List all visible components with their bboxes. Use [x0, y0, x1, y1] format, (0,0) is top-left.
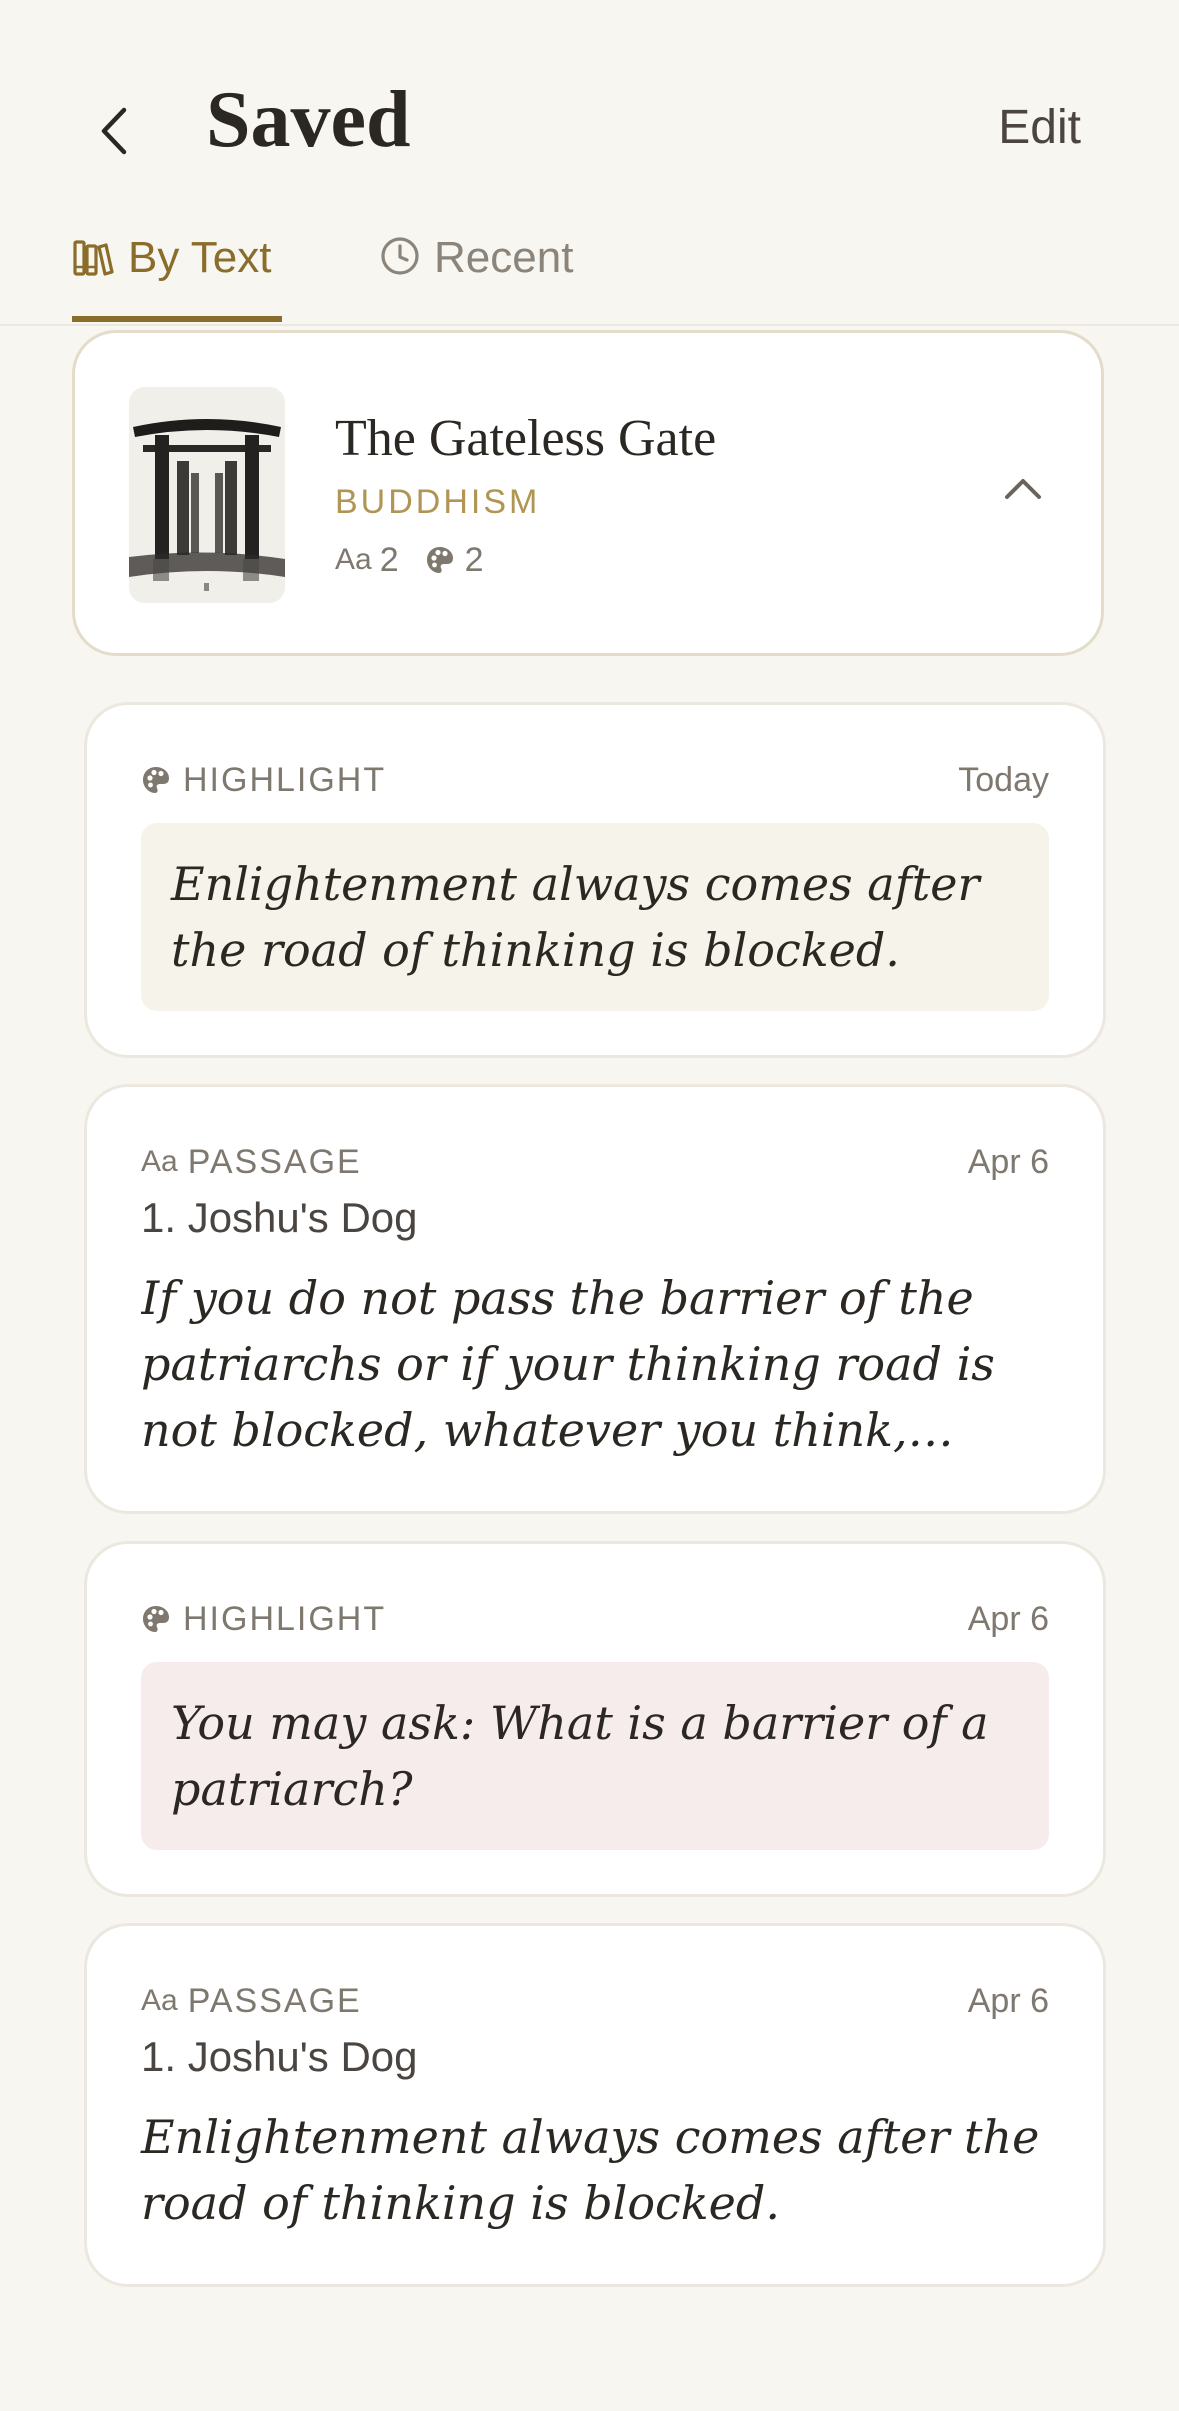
tab-recent[interactable]: Recent: [380, 222, 573, 322]
item-type: HIGHLIGHT: [141, 1602, 386, 1636]
passage-section: 1. Joshu's Dog: [141, 2033, 418, 2080]
chevron-up-icon: [1005, 479, 1041, 499]
item-date: Today: [958, 761, 1049, 799]
clock-icon: [381, 237, 419, 275]
item-type-label: PASSAGE: [187, 1982, 362, 2020]
header: Saved Edit: [0, 0, 1179, 200]
highlight-card[interactable]: HIGHLIGHT Apr 6 You may ask: What is a b…: [84, 1541, 1106, 1897]
text-size-icon: Aa: [335, 543, 372, 576]
tab-bar: By Text Recent: [0, 222, 1179, 326]
book-cover: [129, 387, 285, 603]
books-icon: [73, 240, 114, 276]
text-size-icon: Aa: [141, 1145, 178, 1178]
palette-icon: [143, 767, 169, 793]
item-type: Aa PASSAGE: [141, 1984, 362, 2018]
passage-text: If you do not pass the barrier of the pa…: [141, 1271, 995, 1457]
palette-icon: [143, 1606, 169, 1632]
passage-count-value: 2: [379, 541, 399, 579]
highlight-quote: You may ask: What is a barrier of a patr…: [141, 1662, 1049, 1850]
passage-count: Aa 2: [335, 543, 399, 577]
item-type: Aa PASSAGE: [141, 1145, 362, 1179]
highlight-count: 2: [425, 543, 484, 577]
tab-by-text[interactable]: By Text: [72, 222, 282, 322]
highlight-count-value: 2: [464, 541, 484, 579]
edit-button[interactable]: Edit: [998, 104, 1081, 152]
passage-text: Enlightenment always comes after the roa…: [141, 2110, 1040, 2230]
item-type-label: HIGHLIGHT: [183, 761, 387, 799]
item-date: Apr 6: [967, 1143, 1049, 1181]
book-tradition: BUDDHISM: [335, 483, 541, 521]
collapse-button[interactable]: [1001, 473, 1045, 503]
passage-card[interactable]: Aa PASSAGE Apr 6 1. Joshu's Dog Enlighte…: [84, 1923, 1106, 2287]
book-counts: Aa 2 2: [335, 543, 510, 577]
item-type-label: PASSAGE: [187, 1143, 362, 1181]
text-size-icon: Aa: [141, 1984, 178, 2017]
passage-card[interactable]: Aa PASSAGE Apr 6 1. Joshu's Dog If you d…: [84, 1084, 1106, 1514]
item-date: Apr 6: [967, 1600, 1049, 1638]
book-card[interactable]: The Gateless Gate BUDDHISM Aa 2 2: [72, 330, 1104, 656]
passage-section: 1. Joshu's Dog: [141, 1194, 418, 1241]
book-title: The Gateless Gate: [335, 410, 717, 467]
item-type: HIGHLIGHT: [141, 763, 386, 797]
highlight-quote: Enlightenment always comes after the roa…: [141, 823, 1049, 1011]
item-date: Apr 6: [967, 1982, 1049, 2020]
tab-label: Recent: [434, 233, 574, 282]
tab-label: By Text: [128, 233, 272, 282]
palette-icon: [426, 547, 453, 573]
item-type-label: HIGHLIGHT: [183, 1600, 387, 1638]
page-title: Saved: [206, 76, 411, 164]
chevron-left-icon: [101, 107, 127, 155]
back-button[interactable]: [92, 104, 136, 158]
highlight-card[interactable]: HIGHLIGHT Today Enlightenment always com…: [84, 702, 1106, 1058]
